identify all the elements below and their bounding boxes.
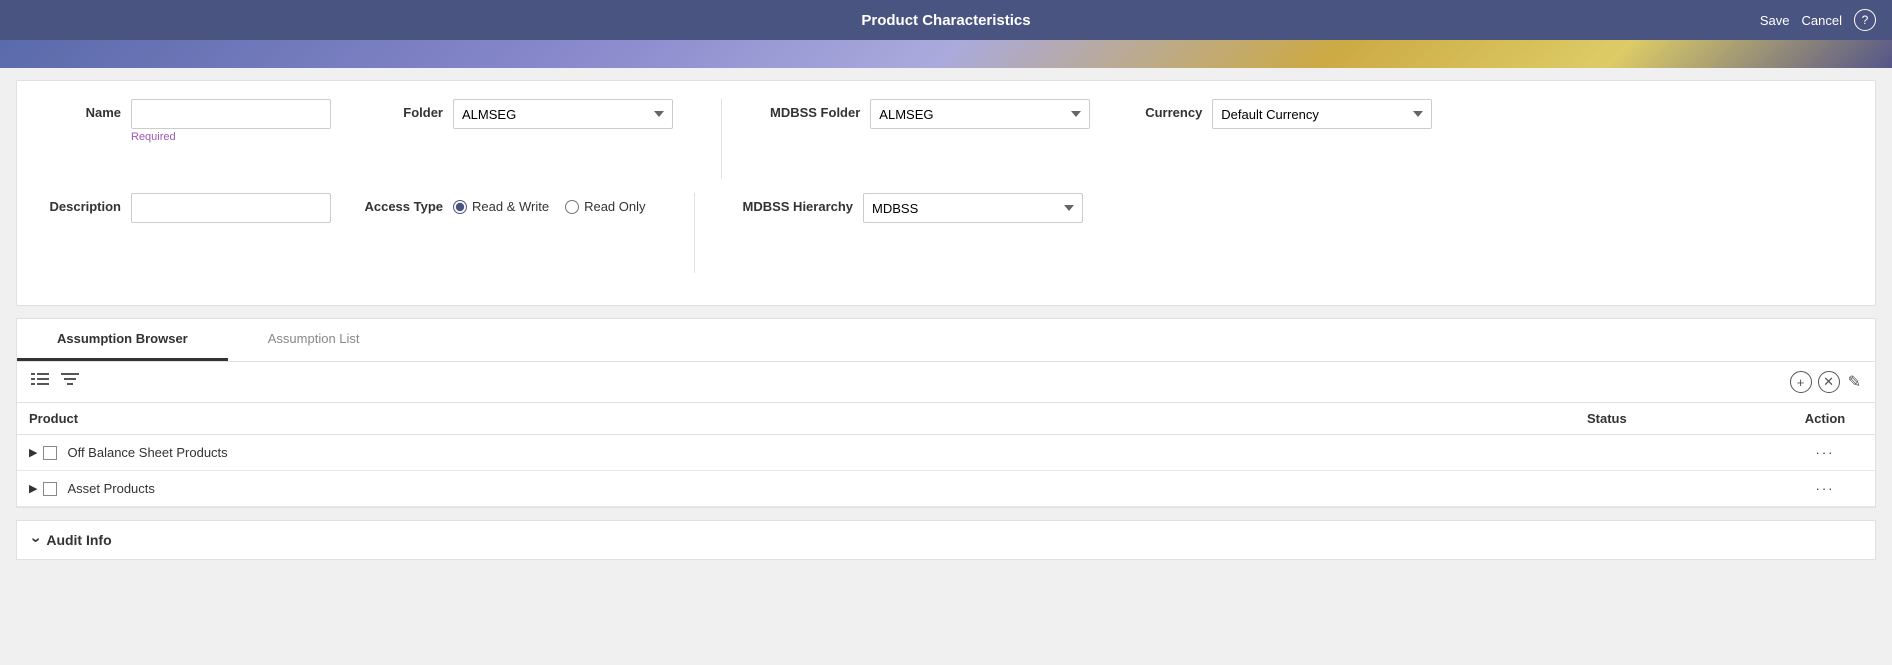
mdbss-hierarchy-select[interactable]: MDBSS (863, 193, 1083, 223)
currency-group: Currency Default Currency (1122, 99, 1432, 129)
filter-icon (61, 373, 79, 387)
form-divider-2 (694, 193, 695, 273)
filter-button[interactable] (59, 371, 81, 394)
toolbar-left (29, 371, 81, 394)
product-name-1: Off Balance Sheet Products (67, 445, 227, 460)
mdbss-folder-group: MDBSS Folder ALMSEG (770, 99, 1090, 129)
form-row-1: Name Required Folder ALMSEG MDBSS Folder… (41, 99, 1851, 179)
product-name-2: Asset Products (67, 481, 154, 496)
mdbss-hierarchy-group: MDBSS Hierarchy MDBSS (743, 193, 1084, 223)
table-row: ▶ Asset Products ··· (17, 471, 1875, 507)
folder-select[interactable]: ALMSEG (453, 99, 673, 129)
expand-arrow-2[interactable]: ▶ (29, 482, 37, 495)
tab-assumption-browser[interactable]: Assumption Browser (17, 319, 228, 361)
access-type-group: Access Type Read & Write Read Only (363, 193, 646, 214)
name-required: Required (131, 131, 331, 143)
mdbss-folder-label: MDBSS Folder (770, 99, 860, 120)
col-action: Action (1775, 403, 1875, 435)
expand-arrow-1[interactable]: ▶ (29, 446, 37, 459)
action-cell-1[interactable]: ··· (1775, 435, 1875, 471)
tab-assumption-list[interactable]: Assumption List (228, 319, 400, 361)
table-row: ▶ Off Balance Sheet Products ··· (17, 435, 1875, 471)
read-write-option[interactable]: Read & Write (453, 199, 549, 214)
table-header-row: Product Status Action (17, 403, 1875, 435)
list-view-button[interactable] (29, 371, 51, 394)
add-button[interactable]: + (1790, 371, 1812, 393)
status-cell-2 (1575, 471, 1775, 507)
mdbss-hierarchy-label: MDBSS Hierarchy (743, 193, 854, 214)
name-label: Name (41, 99, 121, 120)
product-cell-2: ▶ Asset Products (17, 471, 1575, 507)
description-label: Description (41, 193, 121, 214)
table-toolbar: + ✕ ✎ (17, 362, 1875, 403)
read-write-radio[interactable] (453, 200, 467, 214)
audit-expand-icon: › (27, 537, 45, 542)
status-cell-1 (1575, 435, 1775, 471)
toolbar-right: + ✕ ✎ (1790, 370, 1863, 394)
tabs-container: Assumption Browser Assumption List (16, 318, 1876, 508)
col-status: Status (1575, 403, 1775, 435)
banner-image (0, 40, 1892, 68)
page-header: Product Characteristics Save Cancel ? (0, 0, 1892, 40)
read-only-radio[interactable] (565, 200, 579, 214)
description-input[interactable] (131, 193, 331, 223)
access-type-options: Read & Write Read Only (453, 193, 646, 214)
currency-select[interactable]: Default Currency (1212, 99, 1432, 129)
audit-label: Audit Info (46, 532, 111, 548)
folder-label: Folder (363, 99, 443, 120)
page-title: Product Characteristics (861, 12, 1030, 29)
read-write-label: Read & Write (472, 199, 549, 214)
product-cell-1: ▶ Off Balance Sheet Products (17, 435, 1575, 471)
row-expand-1: ▶ Off Balance Sheet Products (29, 445, 1563, 460)
currency-label: Currency (1122, 99, 1202, 120)
mdbss-folder-select[interactable]: ALMSEG (870, 99, 1090, 129)
name-group: Name Required (41, 99, 331, 143)
row-expand-2: ▶ Asset Products (29, 481, 1563, 496)
list-icon (31, 373, 49, 387)
form-row-2: Description Access Type Read & Write Rea… (41, 193, 1851, 273)
access-type-label: Access Type (363, 193, 443, 214)
save-button[interactable]: Save (1760, 13, 1790, 28)
read-only-option[interactable]: Read Only (565, 199, 645, 214)
folder-group: Folder ALMSEG (363, 99, 673, 129)
col-product: Product (17, 403, 1575, 435)
remove-button[interactable]: ✕ (1818, 371, 1840, 393)
edit-button[interactable]: ✎ (1846, 370, 1863, 394)
header-actions: Save Cancel ? (1760, 9, 1876, 31)
tabs-header: Assumption Browser Assumption List (17, 319, 1875, 362)
audit-header[interactable]: › Audit Info (33, 531, 1859, 549)
action-cell-2[interactable]: ··· (1775, 471, 1875, 507)
row-checkbox-2[interactable] (43, 482, 57, 496)
help-button[interactable]: ? (1854, 9, 1876, 31)
description-group: Description (41, 193, 331, 223)
row-checkbox-1[interactable] (43, 446, 57, 460)
cancel-button[interactable]: Cancel (1802, 13, 1842, 28)
product-table: Product Status Action ▶ Off Balance Shee… (17, 403, 1875, 507)
form-divider (721, 99, 722, 179)
read-only-label: Read Only (584, 199, 645, 214)
name-input-wrapper: Required (131, 99, 331, 143)
form-section: Name Required Folder ALMSEG MDBSS Folder… (16, 80, 1876, 306)
name-input[interactable] (131, 99, 331, 129)
audit-section: › Audit Info (16, 520, 1876, 560)
